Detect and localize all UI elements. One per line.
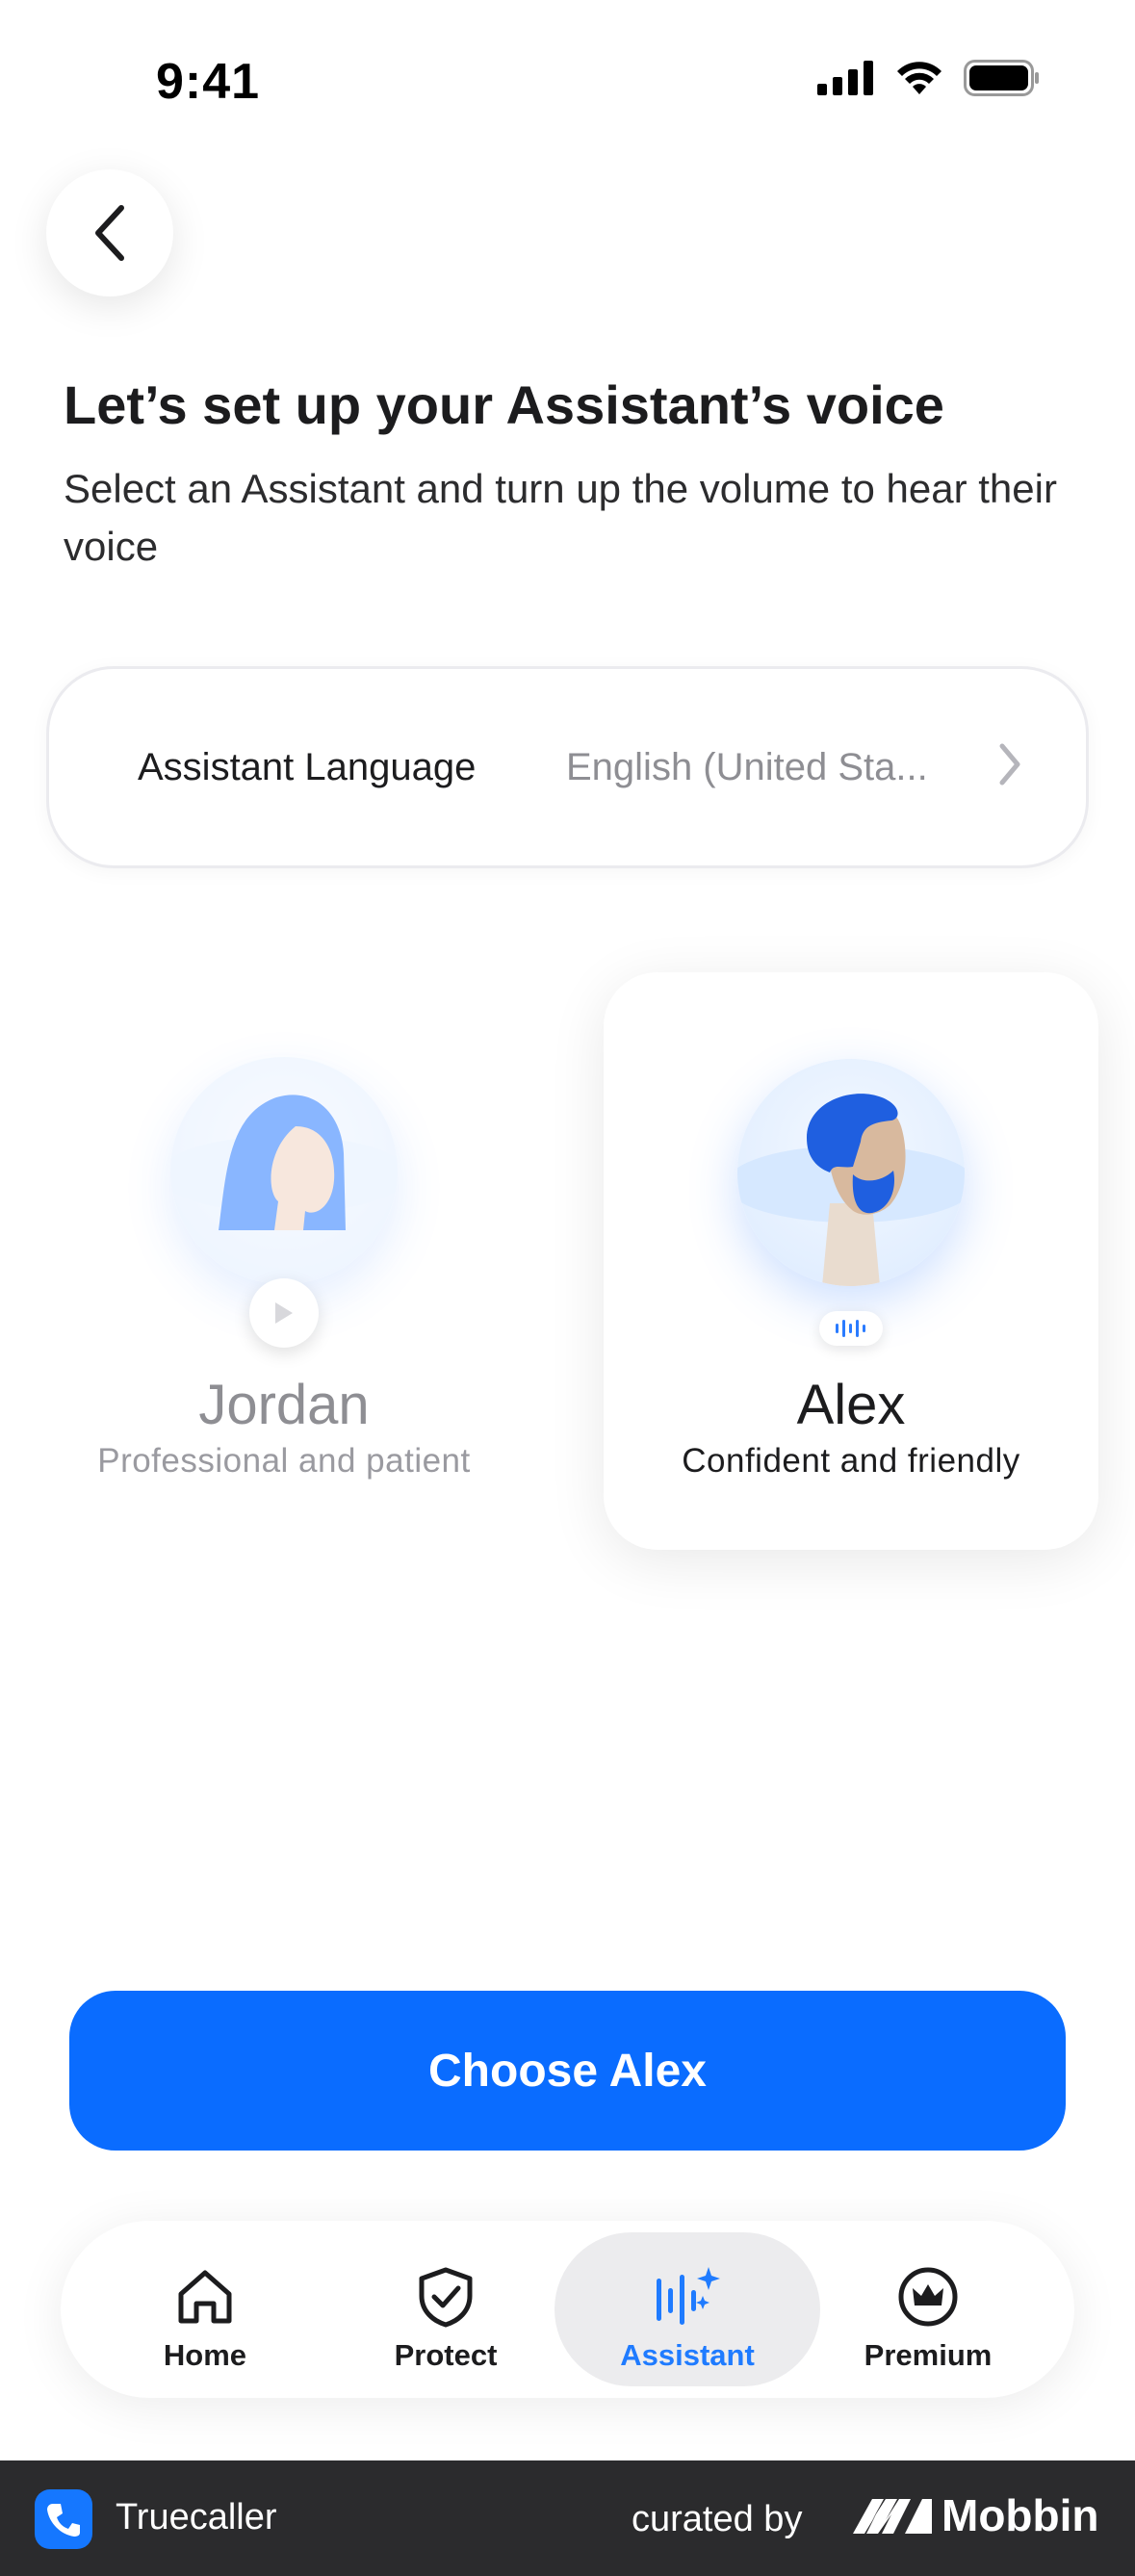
mobbin-logo-icon (853, 2499, 932, 2534)
home-icon (178, 2270, 232, 2324)
truecaller-logo (35, 2489, 92, 2549)
male-avatar-icon (737, 1094, 965, 1286)
back-button[interactable] (46, 169, 173, 296)
page-title: Let’s set up your Assistant’s voice (64, 374, 944, 435)
status-icons (817, 60, 1041, 96)
language-value: English (United Sta... (566, 746, 928, 788)
wifi-icon (897, 62, 942, 94)
assistant-description: Confident and friendly (682, 1442, 1020, 1480)
brand-name: Mobbin (942, 2490, 1099, 2540)
avatar (737, 1059, 965, 1286)
footer-banner: Truecaller curated by Mobbin (0, 2460, 1135, 2576)
language-label: Assistant Language (138, 746, 477, 788)
phone-icon (47, 2504, 80, 2537)
tab-label: Assistant (620, 2338, 755, 2372)
tab-label: Protect (394, 2338, 498, 2372)
tab-bar: Home Protect Assistant Premium (61, 2221, 1074, 2398)
status-bar: 9:41 (0, 0, 1135, 154)
assistant-card-alex[interactable]: Alex Confident and friendly (604, 972, 1098, 1550)
status-time: 9:41 (156, 54, 261, 110)
assistant-language-row[interactable]: Assistant Language English (United Sta..… (46, 666, 1089, 868)
page-subtitle: Select an Assistant and turn up the volu… (64, 466, 1057, 569)
tab-label: Home (163, 2338, 247, 2372)
curated-by-label: curated by (632, 2499, 803, 2539)
shield-check-icon (419, 2267, 473, 2328)
assistant-card-jordan[interactable]: Jordan Professional and patient (39, 972, 529, 1550)
avatar (170, 1057, 398, 1284)
chevron-left-icon (95, 205, 124, 261)
play-icon (275, 1302, 293, 1324)
app-name: Truecaller (116, 2497, 277, 2537)
tab-label: Premium (864, 2338, 993, 2372)
tab-protect[interactable]: Protect (313, 2232, 579, 2386)
tab-home[interactable]: Home (72, 2232, 338, 2386)
play-voice-button[interactable] (249, 1278, 319, 1348)
crown-icon (898, 2267, 958, 2327)
choose-assistant-button[interactable]: Choose Alex (69, 1991, 1066, 2151)
tab-premium[interactable]: Premium (795, 2232, 1061, 2386)
assistant-name: Alex (796, 1374, 906, 1436)
sparkle-waveform-icon (657, 2267, 720, 2325)
chevron-right-icon (999, 743, 1020, 786)
cellular-signal-icon (817, 61, 873, 95)
female-avatar-icon (170, 1095, 398, 1230)
assistant-name: Jordan (198, 1374, 370, 1436)
waveform-icon (836, 1320, 865, 1337)
battery-icon (964, 60, 1039, 96)
tab-assistant[interactable]: Assistant (555, 2232, 820, 2386)
assistant-description: Professional and patient (97, 1442, 471, 1480)
voice-playing-badge (819, 1311, 883, 1346)
